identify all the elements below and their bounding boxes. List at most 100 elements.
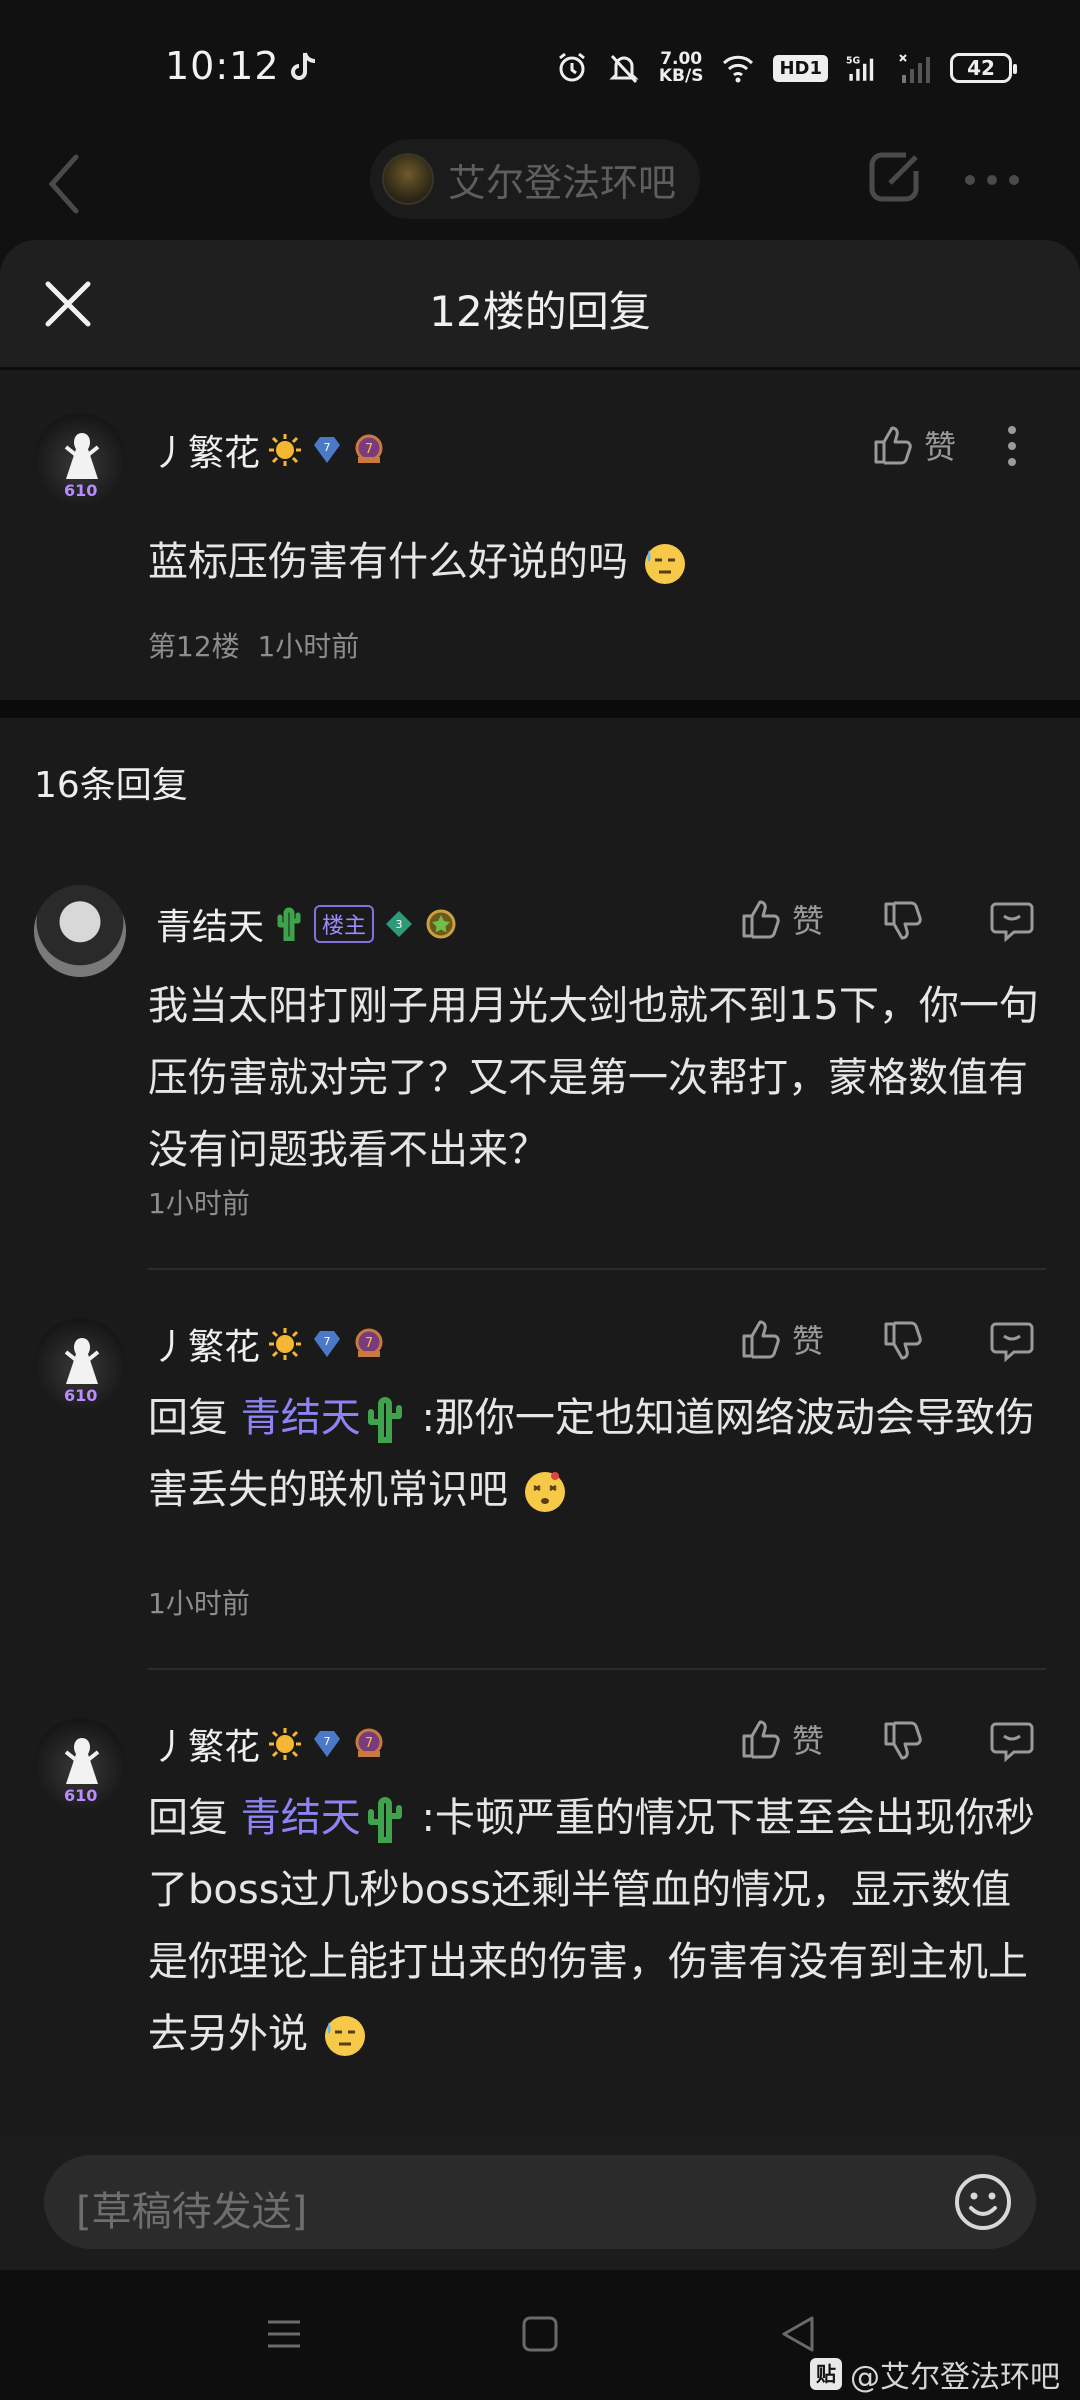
username-row: 青结天 楼主 3 (156, 898, 458, 950)
more-icon[interactable] (962, 173, 1022, 187)
level-diamond-icon: 7 (314, 1331, 341, 1357)
avatar[interactable]: 610 (34, 413, 126, 505)
sheet-header: 12楼的回复 (0, 240, 1080, 370)
username[interactable]: 丿繁花 (152, 1318, 260, 1370)
like-label: 赞 (924, 428, 957, 466)
reply-time: 1小时前 (148, 1187, 250, 1220)
thumbs-up-icon (742, 1720, 780, 1759)
reply-item: 青结天 楼主 3 赞 我当太阳打刚子用月光大剑也就不到15下，你一句压伤害就对完… (0, 850, 1080, 1270)
medal-badge-icon: 7 (355, 1728, 383, 1757)
thumbs-down-icon[interactable] (880, 1318, 928, 1366)
watermark-text: @艾尔登法环吧 (850, 2360, 1060, 2395)
svg-text:5G: 5G (846, 56, 860, 67)
post-text: 蓝标压伤害有什么好说的吗 (148, 526, 1046, 598)
reply-text: 我当太阳打刚子用月光大剑也就不到15下，你一句压伤害就对完了？又不是第一次帮打，… (148, 983, 1039, 1173)
like-label: 赞 (792, 1722, 825, 1760)
tieba-logo-icon: 贴 (810, 2358, 842, 2390)
avatar[interactable] (34, 885, 126, 977)
reply-input[interactable]: [草稿待发送] (44, 2155, 1036, 2249)
comment-icon[interactable] (988, 1716, 1036, 1764)
system-nav-bar: 贴 @艾尔登法环吧 (0, 2270, 1080, 2400)
username-row: 丿繁花 7 7 (152, 1718, 386, 1770)
origin-post: 610 丿繁花 7 7 赞 蓝标压伤害有什么好说的吗 第12楼 1小时前 (0, 370, 1080, 700)
forum-name: 艾尔登法环吧 (448, 160, 677, 205)
menu-icon[interactable] (262, 2312, 306, 2356)
reply-time: 1小时前 (148, 1587, 250, 1620)
input-placeholder: [草稿待发送] (76, 2189, 308, 2235)
medal-badge-icon: 7 (355, 1328, 383, 1357)
dizzy-emoji-icon (524, 1472, 565, 1512)
comment-icon[interactable] (988, 1316, 1036, 1364)
alarm-icon (558, 52, 585, 82)
like-button[interactable]: 赞 (738, 896, 824, 942)
emoji-icon[interactable] (952, 2171, 1014, 2233)
svg-text:3: 3 (396, 918, 403, 931)
svg-text:7: 7 (324, 1335, 331, 1348)
post-time: 1小时前 (257, 630, 360, 663)
mention-link[interactable]: 青结天 (241, 1795, 361, 1841)
like-label: 赞 (792, 902, 825, 940)
signal-weak-icon (899, 54, 930, 83)
level-diamond-icon: 7 (314, 437, 341, 463)
like-button[interactable]: 赞 (738, 1316, 824, 1362)
level-diamond-icon: 7 (314, 1731, 341, 1757)
status-time: 10:12 (165, 44, 280, 88)
reply-text: 回复 青结天 :卡顿严重的情况下甚至会出现你秒了boss过几秒boss还剩半管血… (148, 1782, 1046, 2070)
status-bar: 10:12 7.00 KB/S HD1 5G 42 (0, 0, 1080, 135)
cactus-icon (367, 1797, 402, 1843)
thumbs-down-icon[interactable] (880, 898, 928, 946)
status-icons: 7.00 KB/S HD1 5G 42 (555, 46, 1017, 90)
more-vertical-icon[interactable] (988, 422, 1036, 470)
tiktok-icon (291, 52, 316, 80)
username[interactable]: 青结天 (156, 898, 264, 950)
edit-icon[interactable] (866, 147, 926, 207)
thumbs-up-icon (874, 426, 912, 465)
top-nav: 艾尔登法环吧 (0, 135, 1080, 245)
forum-title-pill[interactable]: 艾尔登法环吧 (370, 139, 701, 219)
medal-badge-icon: 7 (355, 434, 383, 463)
avatar[interactable]: 610 (34, 1318, 126, 1410)
level-gem-icon: 3 (386, 911, 413, 937)
floor-number: 第12楼 (148, 630, 240, 663)
comment-icon[interactable] (988, 896, 1036, 944)
thumbs-down-icon[interactable] (880, 1718, 928, 1766)
svg-text:7: 7 (365, 1336, 373, 1351)
back-triangle-icon[interactable] (776, 2312, 820, 2356)
username-row: 丿繁花 7 7 (152, 1318, 386, 1370)
back-arrow-icon[interactable] (44, 149, 84, 219)
avatar[interactable]: 610 (34, 1718, 126, 1810)
watermark: 贴 @艾尔登法环吧 (810, 2352, 1060, 2396)
reply-item: 610 丿繁花 7 7 赞 回复 青结天 :那你一定也知道网络波动会导致伤害丢失… (0, 1270, 1080, 1670)
reply-sheet: 12楼的回复 610 丿繁花 7 7 赞 蓝标压伤害有什么好说的吗 第12楼 1… (0, 240, 1080, 2135)
thumbs-up-icon (742, 900, 780, 939)
reply-text: 回复 青结天 :那你一定也知道网络波动会导致伤害丢失的联机常识吧 (148, 1382, 1046, 1526)
avatar-figure-icon (64, 1338, 100, 1384)
thumbs-up-icon (742, 1320, 780, 1359)
like-button[interactable]: 赞 (738, 1716, 824, 1762)
svg-text:7: 7 (324, 441, 331, 454)
home-square-icon[interactable] (518, 2312, 562, 2356)
forum-avatar (382, 153, 434, 205)
net-speed: 7.00 KB/S (658, 49, 704, 86)
username[interactable]: 丿繁花 (152, 1718, 260, 1770)
sheet-title: 12楼的回复 (429, 287, 651, 336)
signal-5g-icon: 5G (846, 56, 874, 81)
svg-text:7: 7 (324, 1735, 331, 1748)
svg-text:7: 7 (365, 1736, 373, 1751)
mute-bell-icon (609, 54, 639, 84)
input-bar: [草稿待发送] (0, 2135, 1080, 2270)
username[interactable]: 丿繁花 (152, 424, 260, 476)
reply-count-row: 16条回复 (0, 718, 1080, 828)
sun-badge-icon (269, 1328, 302, 1360)
like-button[interactable]: 赞 (870, 422, 956, 468)
sun-badge-icon (269, 434, 302, 466)
hd-badge: HD1 (773, 54, 828, 82)
battery-indicator: 42 (950, 53, 1017, 83)
username-row: 丿繁花 7 7 (152, 424, 386, 476)
mention-link[interactable]: 青结天 (241, 1395, 361, 1441)
svg-text:7: 7 (365, 442, 373, 457)
reply-item: 610 丿繁花 7 7 赞 回复 青结天 :卡顿严重的情况下甚至会出现你秒了bo… (0, 1670, 1080, 2135)
avatar-figure-icon (64, 1738, 100, 1784)
cactus-icon (277, 907, 301, 941)
wifi-icon (723, 55, 754, 83)
